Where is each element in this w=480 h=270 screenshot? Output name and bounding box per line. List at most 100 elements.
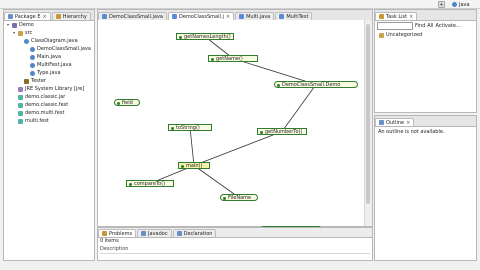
tree-item[interactable]: ▾ src [4, 29, 94, 37]
java-file-icon [171, 14, 177, 19]
editor-tab[interactable]: DemoClassSmall.java [98, 12, 167, 20]
task-list-view: Task List × Find All Activate... Uncateg… [374, 9, 477, 113]
node-label: DemoClassSmall.Demo [282, 82, 341, 88]
bottom-tab[interactable]: Javadoc [137, 229, 172, 237]
tree-item[interactable]: demo.classic.jar [4, 93, 94, 101]
diagram-node-getNumberTo[interactable]: getNumberTo() [257, 128, 307, 135]
jar-icon [18, 102, 23, 108]
tab-label: Outline [386, 119, 405, 126]
find-input[interactable] [377, 22, 413, 30]
tab-task-list[interactable]: Task List × [375, 12, 418, 21]
tree-item[interactable]: MultiFest.java [4, 61, 94, 69]
editor-area: DemoClassSmall.java DemoClassSmall.j × Mult… [97, 9, 373, 233]
editor-tab[interactable]: Multi.java [235, 12, 275, 20]
source-folder-icon [18, 30, 23, 36]
java-file-icon [30, 46, 35, 52]
tab-outline[interactable]: Outline × [375, 118, 415, 127]
description-column-header[interactable]: Description [100, 246, 370, 254]
package-tree: ▾ Demo ▾ src ClassDiagram.java DemoClassSmall… [4, 21, 94, 125]
java-file-icon [30, 70, 35, 76]
diagram-node-field[interactable]: field [114, 99, 140, 106]
all-filter[interactable]: All [427, 23, 433, 29]
tree-item[interactable]: Type.java [4, 69, 94, 77]
bottom-tab[interactable]: Declaration [172, 229, 217, 237]
diagram-node-getNamesLength[interactable]: getNamesLength() [176, 33, 234, 40]
jar-icon [18, 110, 23, 116]
node-marker-icon [223, 197, 226, 200]
find-label[interactable]: Find [415, 23, 425, 29]
uncategorized-category[interactable]: Uncategorized [379, 32, 422, 38]
tree-item[interactable]: JRE System Library [jre] [4, 85, 94, 93]
diagram-node-demoClass[interactable]: DemoClassSmall.Demo [274, 81, 358, 88]
bottom-tab-label: Problems [109, 230, 133, 237]
vertical-scrollbar[interactable] [364, 20, 372, 226]
call-graph-canvas[interactable]: getNamesLength() getName() DemoClassSmall.… [98, 20, 366, 233]
main-toolbar: + Java [0, 0, 480, 9]
editor-tab[interactable]: MultiTest [275, 12, 313, 20]
tree-item-label: src [25, 30, 33, 36]
bottom-tab-label: Declaration [183, 230, 213, 237]
editor-tab[interactable]: DemoClassSmall.j × [167, 12, 235, 20]
category-icon [379, 32, 384, 38]
diagram-node-main[interactable]: main() [178, 162, 210, 169]
tree-item[interactable]: ▾ Demo [4, 21, 94, 29]
hierarchy-icon [55, 14, 61, 19]
tree-item[interactable]: demo.classic.fest [4, 101, 94, 109]
java-file-icon [239, 14, 245, 19]
activate-link[interactable]: Activate... [435, 23, 460, 29]
declaration-icon [176, 231, 182, 236]
node-marker-icon [211, 58, 214, 61]
outline-view: Outline × An outline is not available. [374, 115, 477, 261]
tree-item[interactable]: multi.fest [4, 117, 94, 125]
java-perspective-button[interactable]: Java [452, 1, 470, 8]
tree-item-label: MultiFest.java [37, 62, 72, 68]
task-list-tabstrip: Task List × [375, 10, 476, 21]
node-marker-icon [179, 36, 182, 39]
java-file-icon [30, 54, 35, 60]
node-label: field [122, 100, 133, 106]
tree-item-label: DemoClassSmall.java [37, 46, 91, 52]
tab-package-explorer[interactable]: Package E × [4, 12, 51, 20]
package-explorer-tabstrip: Package E × Hierarchy [4, 10, 94, 21]
edge-getNumberTo-demoClass [281, 83, 317, 132]
tree-item-label: demo.multi.fest [25, 110, 65, 116]
java-file-icon [279, 14, 285, 19]
bottom-tab[interactable]: Problems [98, 229, 137, 237]
node-marker-icon [117, 102, 120, 105]
edge-main-getNumberTo [193, 130, 283, 166]
diagram-node-compareTo[interactable]: compareTo() [126, 180, 174, 187]
close-icon[interactable]: × [406, 119, 410, 127]
package-explorer-icon [8, 14, 13, 19]
javadoc-icon [141, 231, 147, 236]
open-perspective-button[interactable]: + [438, 1, 445, 8]
category-label: Uncategorized [386, 32, 423, 38]
edge-toString-main [189, 127, 196, 167]
scrollbar-thumb[interactable] [366, 24, 370, 204]
tree-item[interactable]: DemoClassSmall.java [4, 45, 94, 53]
close-icon[interactable]: × [42, 13, 46, 21]
tree-item[interactable]: demo.multi.fest [4, 109, 94, 117]
tree-item-label: demo.classic.jar [25, 94, 66, 100]
java-perspective-icon [452, 2, 457, 7]
close-icon[interactable]: × [409, 13, 413, 21]
expand-toggle[interactable]: ▾ [6, 21, 10, 29]
node-marker-icon [260, 131, 263, 134]
tree-item[interactable]: Tester [4, 77, 94, 85]
jar-icon [18, 118, 23, 124]
diagram-node-getName[interactable]: getName() [208, 55, 258, 62]
tab-hierarchy[interactable]: Hierarchy [51, 12, 91, 20]
diagram-node-toString[interactable]: toString() [168, 124, 212, 131]
perspective-label: Java [459, 1, 470, 8]
node-label: FileName [228, 195, 252, 201]
tree-item-label: ClassDiagram.java [31, 38, 78, 44]
diagram-node-fileName[interactable]: FileName [220, 194, 258, 201]
project-icon [12, 22, 17, 28]
expand-toggle[interactable]: ▾ [12, 29, 16, 37]
node-label: getNamesLength() [184, 34, 231, 40]
tree-item[interactable]: Main.java [4, 53, 94, 61]
outline-message: An outline is not available. [378, 129, 445, 135]
tree-item-label: Type.java [37, 70, 61, 76]
tree-item[interactable]: ClassDiagram.java [4, 37, 94, 45]
java-file-icon [102, 14, 107, 19]
outline-tabstrip: Outline × [375, 116, 476, 127]
